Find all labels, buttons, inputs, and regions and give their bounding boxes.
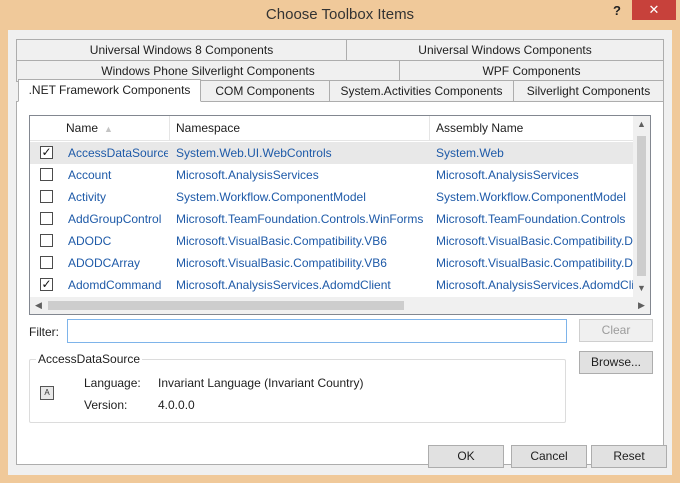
scroll-up-icon[interactable]: ▲	[633, 116, 650, 133]
scroll-down-icon[interactable]: ▼	[633, 280, 650, 297]
tab-universal-windows-8[interactable]: Universal Windows 8 Components	[16, 39, 347, 61]
clear-button[interactable]: Clear	[579, 319, 653, 342]
tab-system-activities[interactable]: System.Activities Components	[329, 80, 514, 102]
item-checkbox[interactable]: ✓	[40, 146, 53, 159]
item-name: AddGroupControl	[68, 212, 162, 226]
item-checkbox[interactable]: ✓	[40, 278, 53, 291]
item-checkbox[interactable]	[40, 168, 53, 181]
filter-input[interactable]	[67, 319, 567, 343]
component-icon: A	[40, 386, 54, 400]
component-details-group: AccessDataSource A Language: Invariant L…	[29, 352, 566, 423]
item-namespace: Microsoft.AnalysisServices	[176, 168, 319, 182]
language-label: Language:	[84, 376, 141, 390]
item-name: AccessDataSource	[68, 146, 168, 160]
dialog-title: Choose Toolbox Items	[265, 6, 415, 23]
dialog-window: Choose Toolbox Items ? ✕ Universal Windo…	[0, 0, 680, 483]
item-namespace: Microsoft.VisualBasic.Compatibility.VB6	[176, 256, 387, 270]
reset-button[interactable]: Reset	[591, 445, 667, 468]
tab-silverlight[interactable]: Silverlight Components	[513, 80, 664, 102]
column-name-label: Name	[66, 121, 99, 135]
item-assembly: Microsoft.VisualBasic.Compatibility.Da	[436, 256, 634, 270]
list-item[interactable]: Activity System.Workflow.ComponentModel Sy…	[30, 186, 634, 208]
cancel-button[interactable]: Cancel	[511, 445, 587, 468]
vertical-scrollbar[interactable]: ▲ ▼	[633, 116, 650, 297]
item-namespace: System.Web.UI.WebControls	[176, 146, 332, 160]
tab-net-framework[interactable]: .NET Framework Components	[18, 79, 201, 102]
list-item[interactable]: ADODCArray Microsoft.VisualBasic.Compatib…	[30, 252, 634, 274]
item-assembly: System.Web	[436, 146, 504, 160]
item-assembly: Microsoft.VisualBasic.Compatibility.Da	[436, 234, 634, 248]
scroll-left-icon[interactable]: ◀	[30, 297, 47, 314]
item-name: ADODC	[68, 234, 112, 248]
item-assembly: Microsoft.TeamFoundation.Controls	[436, 212, 626, 226]
scroll-right-icon[interactable]: ▶	[633, 297, 650, 314]
version-label: Version:	[84, 398, 128, 412]
list-item[interactable]: AddGroupControl Microsoft.TeamFoundation.…	[30, 208, 634, 230]
column-header-assembly[interactable]: Assembly Name	[430, 116, 634, 141]
language-value: Invariant Language (Invariant Country)	[158, 376, 364, 390]
item-checkbox[interactable]	[40, 256, 53, 269]
filter-label: Filter:	[29, 325, 59, 339]
item-namespace: Microsoft.AnalysisServices.AdomdClient	[176, 278, 391, 292]
tab-universal-windows[interactable]: Universal Windows Components	[346, 39, 664, 61]
item-name: ADODCArray	[68, 256, 141, 270]
list-item[interactable]: ✓ AdomdCommand Microsoft.AnalysisServices.…	[30, 274, 634, 296]
item-name: AdomdCommand	[68, 278, 162, 292]
list-item[interactable]: ADODC Microsoft.VisualBasic.Compatibility…	[30, 230, 634, 252]
list-header: Name ▲ Namespace Assembly Name	[30, 116, 634, 141]
item-checkbox[interactable]	[40, 234, 53, 247]
item-checkbox[interactable]	[40, 212, 53, 225]
list-item[interactable]: ✓ AccessDataSource System.Web.UI.WebContro…	[30, 142, 634, 164]
close-button[interactable]: ✕	[632, 0, 676, 20]
vertical-scroll-thumb[interactable]	[637, 136, 646, 276]
sort-ascending-icon: ▲	[104, 124, 113, 134]
horizontal-scrollbar[interactable]: ◀ ▶	[30, 297, 650, 314]
dialog-client-area: Universal Windows 8 Components Universal…	[8, 30, 672, 475]
version-value: 4.0.0.0	[158, 398, 195, 412]
browse-button[interactable]: Browse...	[579, 351, 653, 374]
component-details-title: AccessDataSource	[36, 352, 143, 366]
item-assembly: Microsoft.AnalysisServices	[436, 168, 579, 182]
item-namespace: Microsoft.VisualBasic.Compatibility.VB6	[176, 234, 387, 248]
item-name: Activity	[68, 190, 107, 204]
item-assembly: Microsoft.AnalysisServices.AdomdClie	[436, 278, 634, 292]
item-assembly: System.Workflow.ComponentModel	[436, 190, 626, 204]
column-header-namespace[interactable]: Namespace	[170, 116, 430, 141]
tab-wpf[interactable]: WPF Components	[399, 60, 664, 82]
list-item[interactable]: Account Microsoft.AnalysisServices Microso…	[30, 164, 634, 186]
help-button[interactable]: ?	[604, 1, 630, 21]
item-name: Account	[68, 168, 112, 182]
title-bar: Choose Toolbox Items ? ✕	[0, 0, 680, 30]
ok-button[interactable]: OK	[428, 445, 504, 468]
item-namespace: System.Workflow.ComponentModel	[176, 190, 366, 204]
item-checkbox[interactable]	[40, 190, 53, 203]
column-header-name[interactable]: Name ▲	[60, 116, 170, 141]
item-namespace: Microsoft.TeamFoundation.Controls.WinFor…	[176, 212, 424, 226]
horizontal-scroll-thumb[interactable]	[48, 301, 404, 310]
components-list[interactable]: Name ▲ Namespace Assembly Name ✓ AccessDat…	[29, 115, 651, 315]
tab-panel: Name ▲ Namespace Assembly Name ✓ AccessDat…	[16, 101, 664, 465]
tab-com[interactable]: COM Components	[200, 80, 330, 102]
